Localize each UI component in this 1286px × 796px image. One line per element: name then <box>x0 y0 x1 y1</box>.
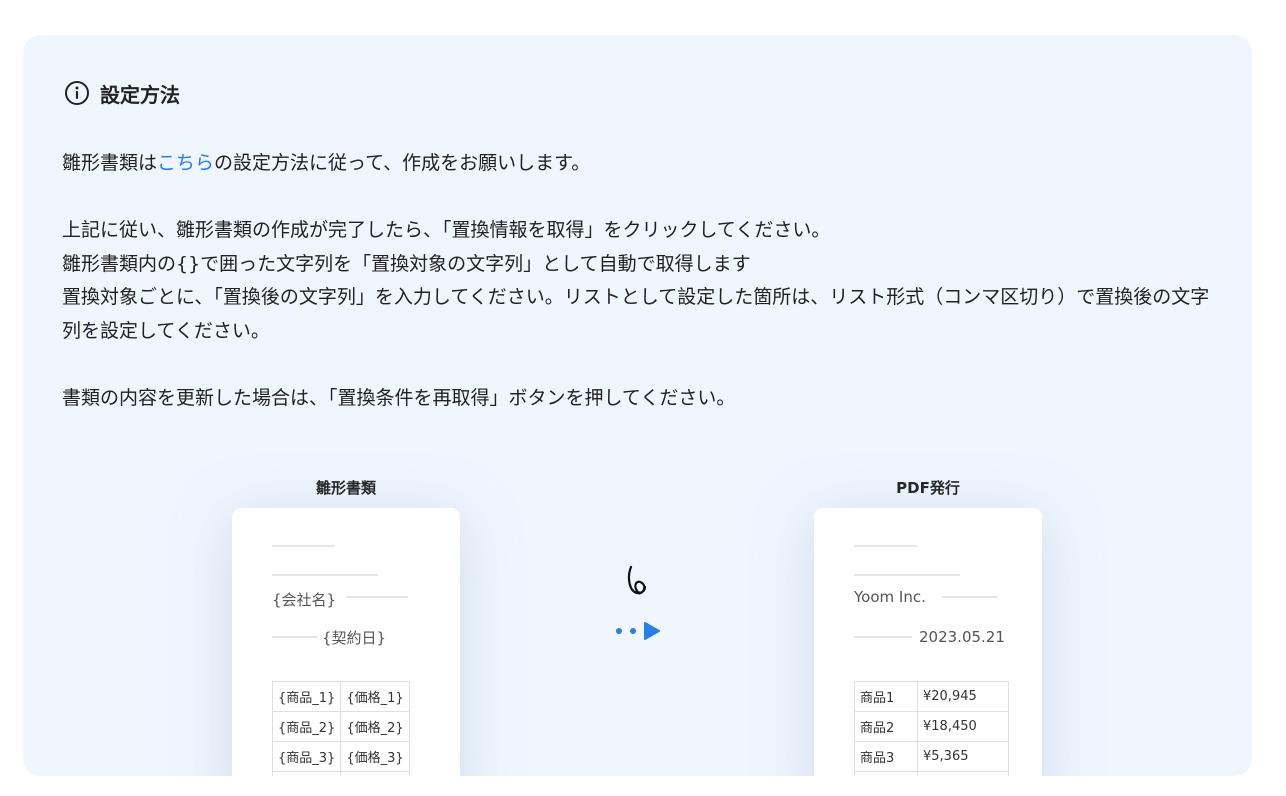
instruction-line: 雛形書類はこちらの設定方法に従って、作成をお願いします。 <box>62 152 591 174</box>
table-row: {商品_2} {価格_2} <box>271 711 410 742</box>
placeholder-table: {商品_1} {価格_1} {商品_2} {価格_2} {商品_3} {価格_3} <box>271 681 410 776</box>
item-table: 商品1 ¥20,945 商品2 ¥18,450 商品3 ¥5,365 <box>854 681 1009 776</box>
divider <box>272 574 378 576</box>
table-row: 商品1 ¥20,945 <box>854 681 1009 712</box>
table-row <box>271 771 410 776</box>
table-row: {商品_1} {価格_1} <box>271 681 410 712</box>
company-placeholder: {会社名} <box>272 591 337 609</box>
setup-method-link[interactable]: こちら <box>157 152 214 174</box>
divider <box>346 596 408 598</box>
company-name: Yoom Inc. <box>854 588 926 606</box>
instruction-line: 雛形書類内の{}で囲った文字列を「置換対象の文字列」として自動で取得します <box>62 252 751 275</box>
info-icon <box>65 81 89 105</box>
instruction-line: 上記に従い、雛形書類の作成が完了したら、「置換情報を取得」をクリックしてください… <box>62 219 831 241</box>
table-row: 商品2 ¥18,450 <box>854 711 1009 742</box>
section-heading: 設定方法 <box>64 77 180 109</box>
template-doc-label: 雛形書類 <box>315 479 376 497</box>
section-title: 設定方法 <box>100 82 180 107</box>
table-row: {商品_3} {価格_3} <box>271 741 410 772</box>
divider <box>854 574 960 576</box>
instruction-line: 置換対象ごとに、「置換後の文字列」を入力してください。リストとして設定した箇所は… <box>62 286 1210 342</box>
date-placeholder: {契約日} <box>322 629 387 647</box>
instruction-line: 書類の内容を更新した場合は、「置換条件を再取得」ボタンを押してください。 <box>62 386 736 409</box>
template-doc-card: {会社名} {契約日} {商品_1} {価格_1} {商品_2} {価格_2} {商… <box>232 508 460 776</box>
instructions: 雛形書類はこちらの設定方法に従って、作成をお願いします。 上記に従い、雛形書類の… <box>62 147 1222 415</box>
output-doc-label: PDF発行 <box>896 479 960 497</box>
setup-guide-panel: 設定方法 雛形書類はこちらの設定方法に従って、作成をお願いします。 上記に従い、… <box>23 35 1252 776</box>
divider <box>854 636 912 638</box>
conversion-arrow-icon <box>616 565 660 640</box>
divider <box>942 596 997 598</box>
contract-date: 2023.05.21 <box>919 628 1005 646</box>
divider <box>272 545 335 547</box>
table-row <box>854 771 1009 776</box>
table-row: 商品3 ¥5,365 <box>854 741 1009 772</box>
divider <box>854 545 917 547</box>
output-doc-card: Yoom Inc. 2023.05.21 商品1 ¥20,945 商品2 ¥18,4… <box>814 508 1042 776</box>
divider <box>272 636 317 638</box>
